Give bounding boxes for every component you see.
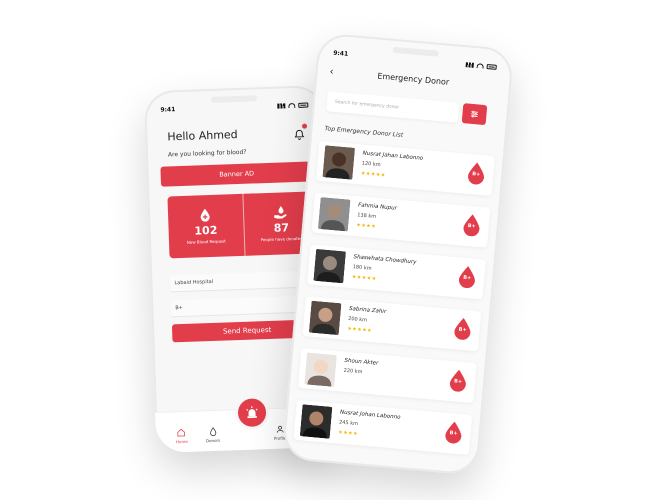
emergency-sos-button[interactable] [234, 395, 270, 431]
siren-icon [246, 406, 258, 419]
filter-button[interactable] [461, 103, 488, 126]
battery-icon [298, 102, 309, 108]
donor-avatar [317, 197, 351, 232]
donor-rating: ★★★★ [356, 222, 377, 230]
list-title: Top Emergency Donor List [324, 125, 404, 139]
donor-name: Nusrat Johan Labonno [339, 409, 401, 421]
donor-avatar [304, 352, 337, 387]
donor-name: Sabrina Zahir [348, 305, 387, 316]
greeting-text: Hello Ahmed [167, 128, 238, 144]
question-text: Are you looking for blood? [167, 148, 247, 159]
home-icon [177, 428, 186, 437]
stat-label: People have donated [260, 235, 303, 243]
emergency-donor-phone: 9:41 ‹ Emergency Donor Search for emerge… [281, 32, 515, 476]
blood-group-badge: B+ [453, 317, 473, 340]
tab-label: Home [175, 438, 188, 445]
donor-distance: 138 km [356, 212, 377, 220]
stat-label: New Blood Request [186, 238, 226, 245]
user-icon [276, 425, 284, 433]
donor-name: Shoun Akter [344, 357, 379, 367]
phone-notch [210, 95, 258, 103]
donor-name: Shaswhata Chowdhury [353, 254, 417, 266]
banner-ad[interactable]: Banner AD [160, 161, 313, 187]
notification-badge [301, 123, 308, 129]
donor-rating: ★★★★ [337, 429, 359, 438]
bell-icon [294, 129, 305, 140]
donor-distance: 245 km [338, 419, 359, 428]
filter-icon [470, 110, 479, 118]
donor-card[interactable]: Nusrat Jahan Labonno 120 km ★★★★★ B+ [316, 140, 495, 196]
page-title: Emergency Donor [377, 71, 450, 87]
avatar-photo [313, 248, 347, 284]
avatar-photo [322, 145, 356, 180]
status-time: 9:41 [332, 49, 349, 58]
wifi-icon [476, 63, 484, 69]
blood-group-badge: B+ [466, 162, 486, 185]
donor-avatar [313, 248, 347, 284]
notification-button[interactable] [293, 123, 308, 140]
avatar-photo [299, 404, 333, 439]
donor-rating: ★★★★★ [360, 170, 386, 179]
signal-icon [465, 62, 474, 68]
avatar-photo [308, 300, 342, 336]
status-bar: 9:41 [160, 102, 309, 114]
tab-label: Donors [205, 437, 221, 444]
donor-avatar [308, 300, 342, 336]
blood-group-badge: B+ [462, 214, 482, 237]
drop-icon [209, 427, 216, 437]
status-icons [465, 61, 497, 71]
signal-icon [277, 103, 286, 109]
donor-rating: ★★★★★ [351, 274, 377, 283]
stats-card: 102 New Blood Request 87 People have don… [167, 191, 320, 259]
donor-card[interactable]: Shaswhata Chowdhury 180 km ★★★★★ B+ [307, 244, 486, 300]
donor-distance: 200 km [347, 315, 368, 324]
avatar-photo [317, 197, 351, 232]
status-time: 9:41 [160, 106, 176, 114]
donor-distance: 120 km [361, 160, 381, 169]
hand-drop-icon [273, 206, 287, 219]
donor-card[interactable]: Shoun Akter 220 km B+ [297, 347, 477, 404]
tab-home[interactable]: Home [176, 428, 188, 444]
donor-card[interactable]: Nusrat Johan Labonno 245 km ★★★★ B+ [293, 399, 473, 455]
avatar-photo [304, 352, 337, 387]
donor-avatar [299, 404, 333, 439]
donor-card[interactable]: Fahmia Nupur 138 km ★★★★ B+ [311, 192, 491, 248]
donor-list: Nusrat Jahan Labonno 120 km ★★★★★ B+ Fah… [293, 32, 514, 455]
stat-value: 87 [273, 221, 290, 235]
status-icons [277, 102, 309, 110]
tab-donors[interactable]: Donors [205, 427, 221, 444]
battery-icon [486, 64, 497, 70]
donor-distance: 180 km [352, 264, 372, 272]
stat-value: 102 [194, 223, 218, 238]
donor-avatar [322, 145, 356, 180]
wifi-icon [288, 102, 296, 109]
blood-group-badge: B+ [457, 265, 477, 289]
blood-group-badge: B+ [448, 369, 468, 392]
stat-new-requests: 102 New Blood Request [167, 194, 244, 259]
donor-name: Fahmia Nupur [357, 202, 398, 212]
search-input[interactable]: Search for emergency donor [326, 91, 460, 123]
donor-distance: 220 km [343, 367, 363, 376]
blood-drop-plus-icon [200, 208, 210, 222]
blood-group-badge: B+ [444, 421, 464, 444]
donor-name: Nusrat Jahan Labonno [362, 150, 424, 162]
donor-rating: ★★★★★ [347, 325, 373, 335]
donor-card[interactable]: Sabrina Zahir 200 km ★★★★★ B+ [302, 296, 482, 352]
